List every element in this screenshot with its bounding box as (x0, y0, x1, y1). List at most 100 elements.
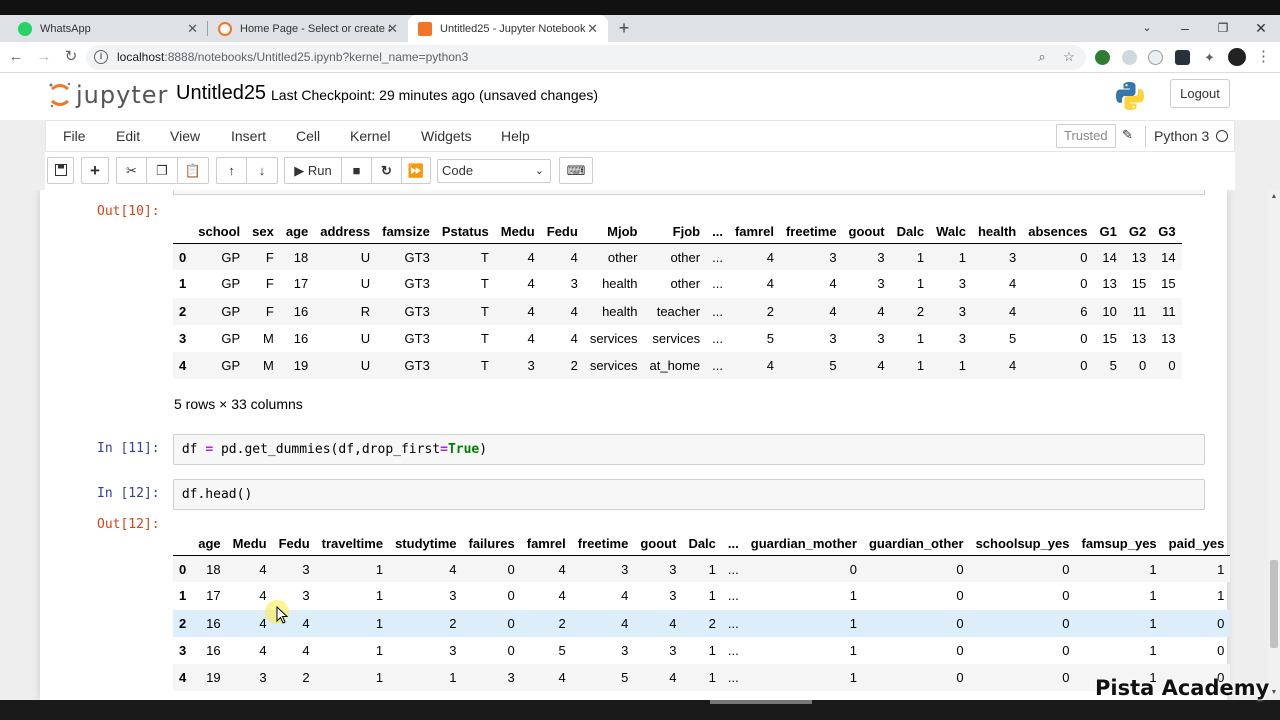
forward-arrow-icon[interactable]: → (34, 47, 54, 67)
checkpoint-status: Last Checkpoint: 29 minutes ago (271, 87, 475, 103)
table-cell: F (265, 303, 274, 319)
table-cell: GP (221, 249, 241, 265)
horizontal-scroll-indicator[interactable] (710, 700, 812, 704)
scroll-up-icon[interactable]: ▲ (1269, 192, 1279, 202)
menu-insert[interactable]: Insert (231, 128, 266, 144)
code-cell-11[interactable]: df = pd.get_dummies(df,drop_first=True) (173, 434, 1205, 465)
maximize-icon[interactable]: ❐ (1204, 15, 1242, 42)
extension-cloud-icon[interactable] (1122, 50, 1137, 65)
table-cell: 10 (1102, 303, 1117, 319)
whatsapp-icon (18, 21, 32, 36)
dataframe-out12: age Medu Fedu traveltime studytime failures fa… (173, 528, 1231, 692)
move-up-button[interactable]: ↑ (216, 157, 247, 184)
table-cell: 5 (621, 670, 629, 686)
new-tab-icon[interactable]: + (615, 15, 633, 42)
jupyter-logo[interactable]: jupyter (48, 81, 168, 109)
table-cell: 4 (527, 330, 535, 346)
menu-cell[interactable]: Cell (296, 128, 320, 144)
table-cell: 17 (293, 276, 309, 292)
jupyter-icon (218, 21, 232, 36)
url-field[interactable]: i localhost:8888/notebooks/Untitled25.ip… (86, 45, 1086, 70)
menu-edit[interactable]: Edit (116, 128, 140, 144)
in12-prompt: In [12]: (97, 486, 160, 501)
table-cell: 11 (1132, 303, 1147, 319)
notebook-title[interactable]: Untitled25 (176, 82, 266, 105)
tab-whatsapp[interactable]: WhatsApp ✕ (8, 15, 208, 42)
close-icon[interactable]: ✕ (187, 21, 198, 37)
info-icon[interactable]: i (94, 50, 108, 64)
table-cell: 3 (958, 330, 966, 346)
table-cell: 3 (669, 642, 677, 658)
trusted-indicator[interactable]: Trusted (1056, 124, 1116, 148)
minimize-icon[interactable]: – (1166, 15, 1204, 42)
table-cell: 13 (1102, 276, 1117, 292)
tab-untitled25[interactable]: Untitled25 - Jupyter Notebook ✕ (408, 15, 608, 42)
table-cell: teacher (656, 303, 701, 319)
cut-button[interactable]: ✂ (116, 157, 147, 184)
table-cell: 14 (1161, 249, 1176, 265)
tab-home-page[interactable]: Home Page - Select or create a n ✕ (208, 15, 408, 42)
table-cell: 1 (449, 670, 457, 686)
kernel-name[interactable]: Python 3 (1154, 128, 1209, 144)
column-header: famrel (728, 216, 780, 244)
row-index: 1 (179, 276, 187, 292)
logout-button[interactable]: Logout (1170, 79, 1230, 108)
interrupt-button[interactable]: ■ (341, 157, 372, 184)
column-header: Medu (226, 528, 273, 556)
restart-button[interactable]: ↻ (371, 157, 402, 184)
table-cell: 13 (1161, 330, 1176, 346)
table-cell: 3 (1009, 249, 1017, 265)
jupyter-header: jupyter Untitled25 Last Checkpoint: 29 m… (0, 73, 1280, 120)
menu-file[interactable]: File (63, 128, 86, 144)
run-button[interactable]: ▶ Run (284, 157, 342, 184)
restart-run-all-button[interactable]: ⏩ (401, 157, 431, 184)
cell-type-select[interactable]: Code ⌄ (437, 159, 551, 183)
reload-icon[interactable]: ↻ (61, 47, 81, 67)
avatar[interactable] (1228, 48, 1246, 66)
table-cell: 4 (558, 588, 566, 604)
extension-circle-icon[interactable] (1148, 50, 1163, 65)
table-cell: 4 (1009, 303, 1017, 319)
puzzle-icon[interactable]: ✦ (1202, 50, 1217, 65)
paste-button[interactable]: 📋 (177, 157, 209, 184)
zoom-icon[interactable]: ⌕ (1034, 49, 1050, 65)
more-menu-icon[interactable]: ⋮ (1256, 47, 1271, 65)
menu-kernel[interactable]: Kernel (350, 128, 390, 144)
table-cell: 1 (916, 276, 925, 292)
back-arrow-icon[interactable]: ← (6, 47, 26, 67)
scroll-down-icon[interactable]: ▼ (1269, 688, 1279, 698)
table-cell: ... (727, 615, 739, 631)
scissors-icon: ✂ (126, 163, 137, 178)
copy-button[interactable]: ❐ (146, 157, 178, 184)
column-header: Dalc (682, 528, 722, 556)
table-cell: F (265, 276, 274, 292)
table-cell: 4 (558, 561, 566, 577)
bookmark-star-icon[interactable]: ☆ (1061, 49, 1077, 65)
tab-label: Untitled25 - Jupyter Notebook (440, 22, 586, 35)
menu-widgets[interactable]: Widgets (421, 128, 472, 144)
close-icon[interactable]: ✕ (387, 21, 398, 37)
menu-help[interactable]: Help (501, 128, 530, 144)
scrollbar-thumb[interactable] (1270, 560, 1278, 648)
table-cell: 0 (507, 642, 515, 658)
table-cell: 4 (259, 561, 267, 577)
column-header: school (192, 216, 247, 244)
edit-pencil-icon[interactable]: ✎ (1122, 127, 1133, 143)
extension-shield-icon[interactable] (1095, 50, 1110, 65)
table-cell: 2 (916, 303, 925, 319)
command-palette-button[interactable]: ⌨ (559, 157, 593, 184)
extension-react-icon[interactable] (1175, 50, 1190, 65)
chevron-down-icon[interactable]: ⌄ (1128, 15, 1166, 42)
insert-cell-button[interactable]: + (81, 157, 109, 184)
column-header: famsup_yes (1075, 528, 1163, 556)
close-window-icon[interactable]: ✕ (1242, 15, 1280, 42)
close-icon[interactable]: ✕ (587, 21, 598, 37)
move-down-button[interactable]: ↓ (246, 157, 278, 184)
row-index: 3 (179, 330, 187, 346)
code-cell-12[interactable]: df.head() (173, 479, 1205, 510)
plus-icon: + (90, 161, 100, 180)
table-cell: 2 (708, 615, 716, 631)
save-button[interactable] (47, 157, 74, 184)
menu-view[interactable]: View (170, 128, 200, 144)
column-header: famsize (376, 216, 436, 244)
